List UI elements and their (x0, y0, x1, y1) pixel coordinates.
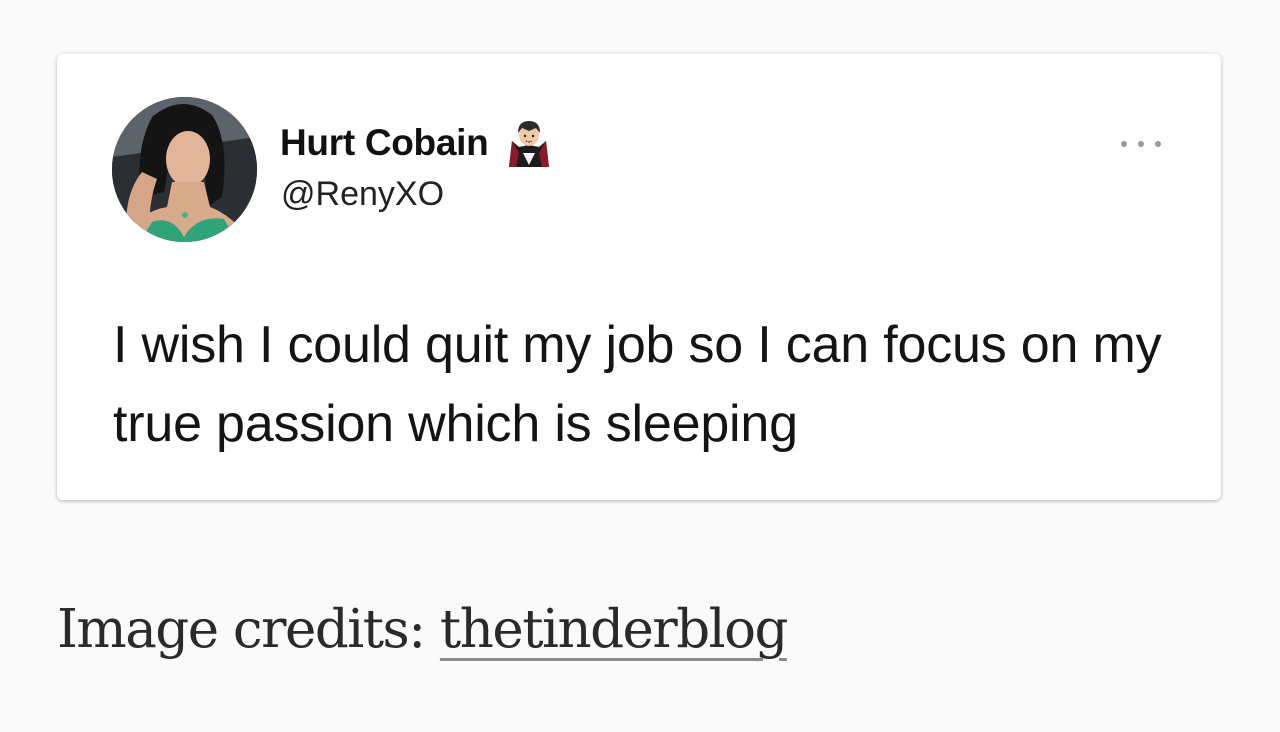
credits-link[interactable]: thetinderblog (440, 599, 789, 660)
display-name[interactable]: Hurt Cobain (280, 120, 489, 166)
tweet-text: I wish I could quit my job so I can focu… (113, 316, 1162, 453)
more-options-icon[interactable] (1121, 134, 1161, 154)
more-dot (1121, 141, 1127, 147)
tweet-card: Hurt Cobain @RenyXO I wish I could quit … (57, 54, 1221, 500)
more-dot (1138, 141, 1144, 147)
credits-label: Image credits: (57, 599, 440, 660)
user-handle[interactable]: @RenyXO (281, 174, 444, 214)
avatar[interactable] (112, 97, 257, 242)
profile-photo (112, 97, 257, 242)
vampire-icon (506, 117, 552, 169)
image-credits: Image credits: thetinderblog (57, 592, 789, 668)
more-dot (1155, 141, 1161, 147)
display-name-row: Hurt Cobain (280, 117, 552, 169)
